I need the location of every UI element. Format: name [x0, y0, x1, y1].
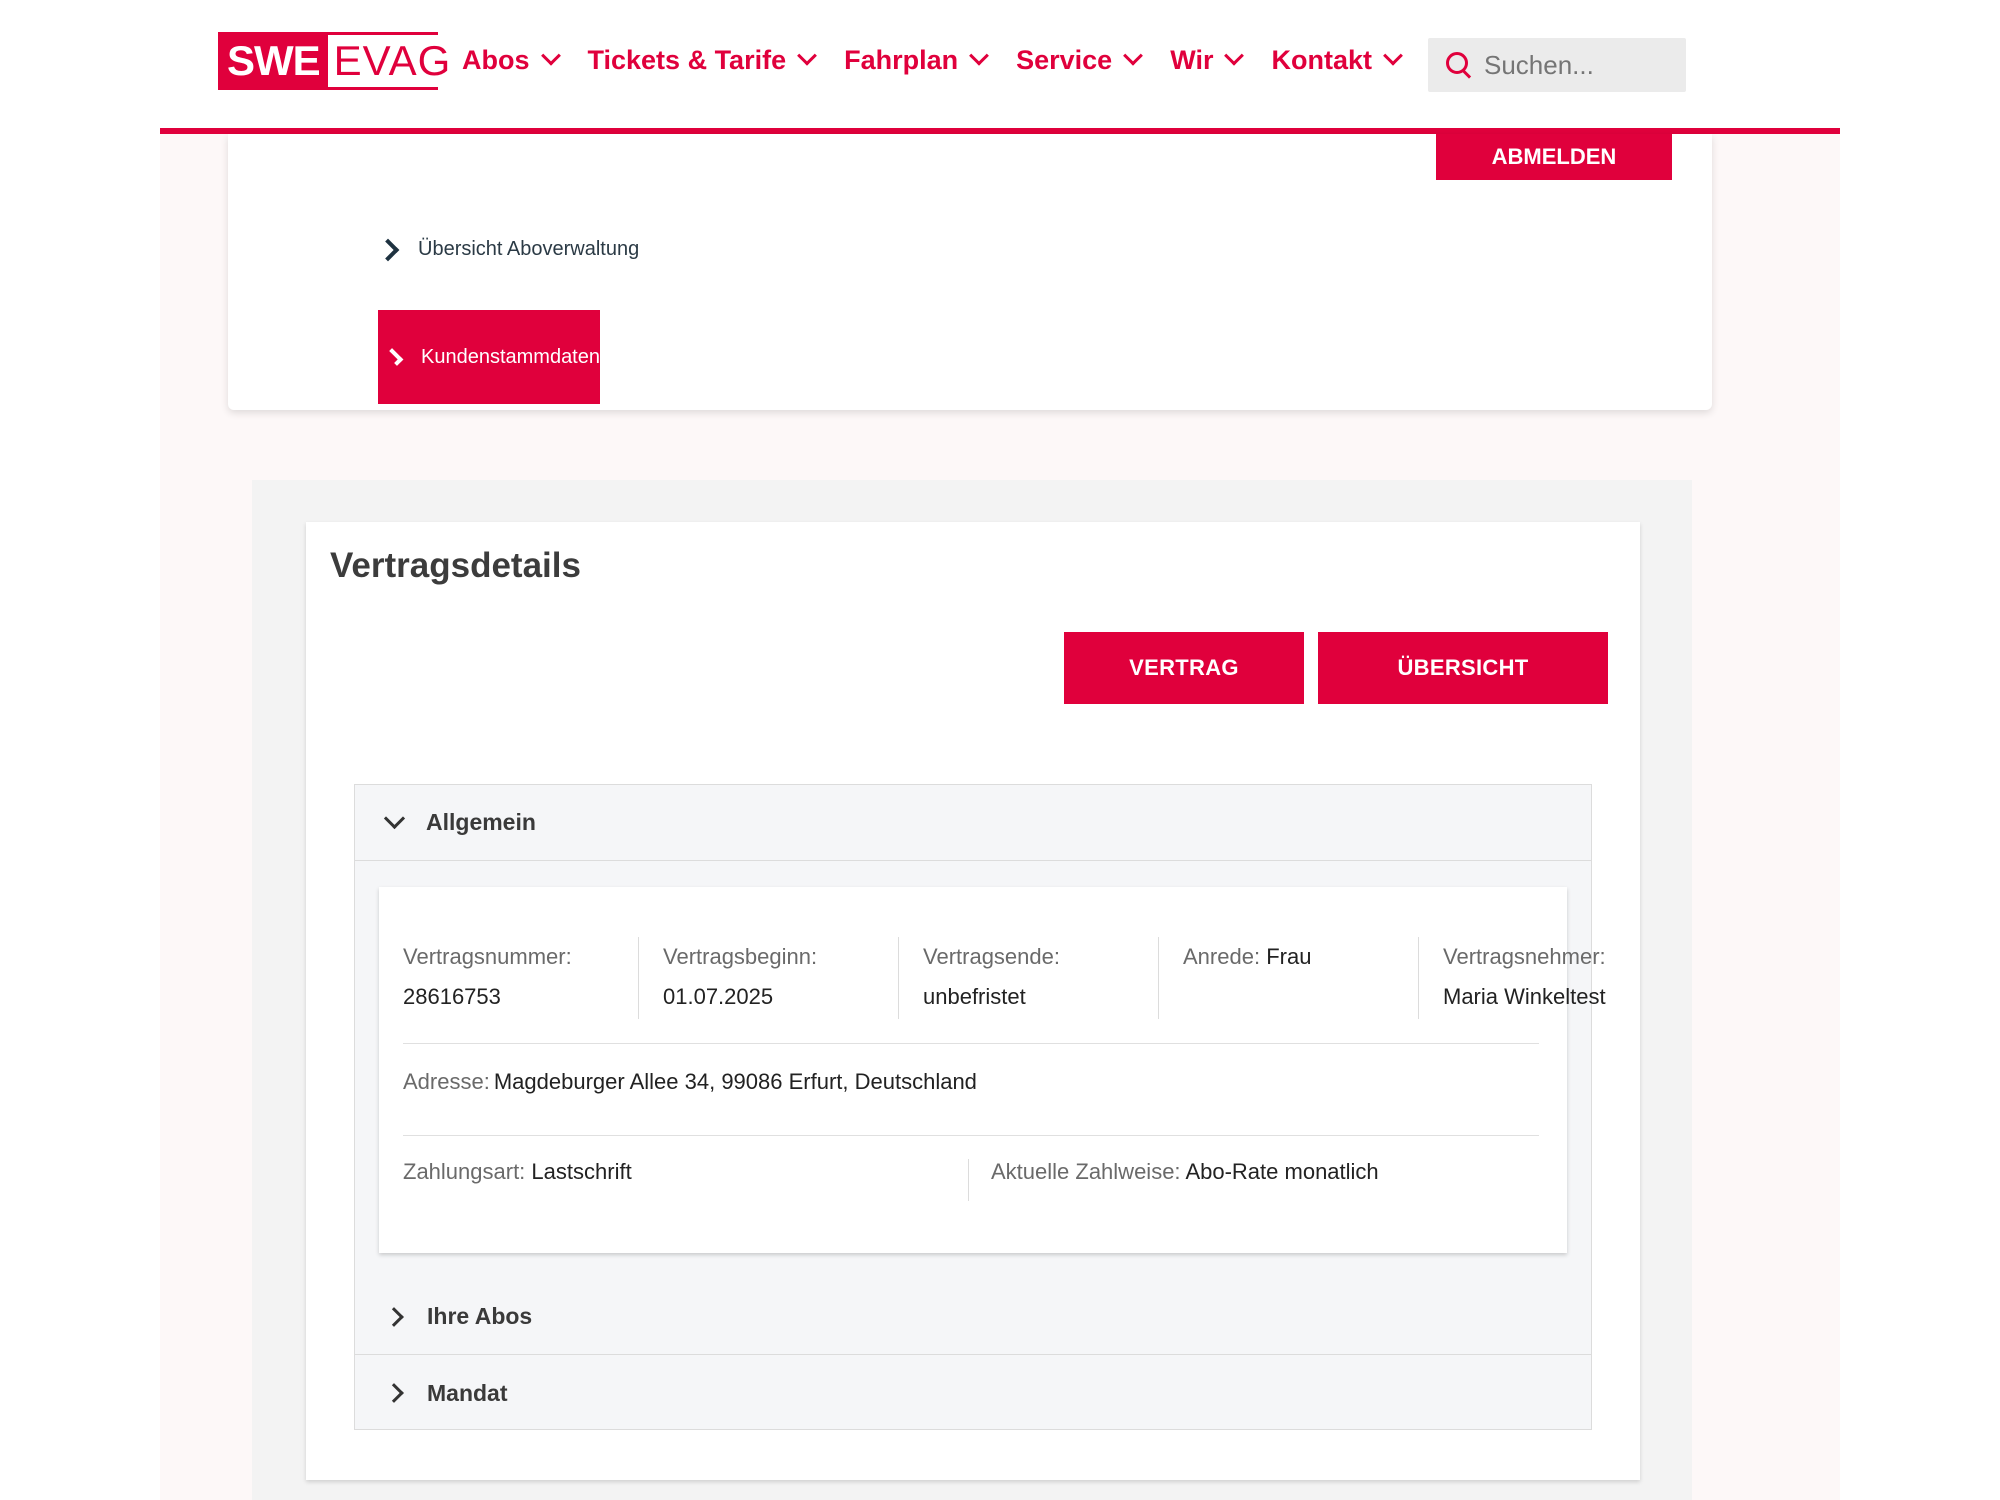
contract-fields-row: Vertragsnummer: 28616753 Vertragsbeginn:… [403, 937, 1703, 1019]
logout-button[interactable]: ABMELDEN [1436, 134, 1672, 180]
field-label: Anrede: [1183, 944, 1261, 969]
payment-row: Zahlungsart: Lastschrift Aktuelle Zahlwe… [403, 1159, 1543, 1201]
chevron-down-icon [969, 45, 990, 66]
logo-swe-text: SWE [221, 35, 328, 87]
general-details-panel: Vertragsnummer: 28616753 Vertragsbeginn:… [379, 887, 1606, 1253]
nav-label: Fahrplan [844, 44, 959, 75]
payment-label: Zahlungsart: [403, 1159, 526, 1184]
accordion-label: Mandat [427, 1379, 508, 1406]
field-value: 28616753 [403, 984, 501, 1009]
nav-label: Kontakt [1271, 44, 1372, 75]
chevron-right-icon [384, 1306, 404, 1327]
payment-mode: Aktuelle Zahlweise: Abo-Rate monatlich [969, 1159, 1379, 1201]
field-value: 01.07.2025 [663, 984, 774, 1009]
search-icon[interactable] [1444, 50, 1474, 80]
logo-evag-text: EVAG [327, 35, 458, 87]
subnav-item-kundenstammdaten[interactable]: Kundenstammdaten [378, 310, 600, 404]
site-header: SWE EVAG Abos Tickets & Tarife Fahrplan … [160, 0, 1840, 134]
accordion-header-ihre-abos[interactable]: Ihre Abos [355, 1279, 1591, 1355]
field-contract-end: Vertragsende: unbefristet [923, 937, 1159, 1019]
field-label: Vertragsnehmer: [1443, 944, 1606, 969]
field-contract-holder: Vertragsnehmer: Maria Winkeltest [1443, 937, 1679, 1019]
nav-item-abos[interactable]: Abos [462, 40, 561, 80]
nav-item-fahrplan[interactable]: Fahrplan [844, 40, 990, 80]
nav-label: Tickets & Tarife [587, 44, 787, 75]
nav-label: Abos [462, 44, 530, 75]
field-label: Vertragsnummer: [403, 944, 572, 969]
payment-value: Lastschrift [531, 1159, 632, 1184]
accordion-label: Ihre Abos [427, 1303, 533, 1329]
accordion-header-allgemein[interactable]: Allgemein [355, 785, 1591, 861]
chevron-down-icon [1123, 45, 1144, 66]
chevron-right-icon [385, 348, 404, 366]
chevron-down-icon [1224, 45, 1245, 66]
chevron-down-icon [383, 807, 406, 830]
accordion-label: Allgemein [426, 809, 536, 835]
payment-mode-label: Aktuelle Zahlweise: [991, 1159, 1181, 1184]
chevron-down-icon [1383, 45, 1403, 66]
subnav-label: Übersicht Aboverwaltung [418, 238, 640, 260]
field-value: Frau [1266, 944, 1312, 969]
search-box [1428, 38, 1686, 92]
swe-evag-logo[interactable]: SWE EVAG [218, 32, 458, 90]
address-row: Adresse: Magdeburger Allee 34, 99086 Erf… [403, 1069, 977, 1095]
search-input[interactable] [1484, 49, 1674, 81]
payment-method: Zahlungsart: Lastschrift [403, 1159, 969, 1201]
field-contract-start: Vertragsbeginn: 01.07.2025 [663, 937, 899, 1019]
main-nav: Abos Tickets & Tarife Fahrplan Service W… [462, 40, 1430, 80]
chevron-right-icon [376, 238, 400, 261]
cancel-contract-button[interactable]: VERTRAG ABBESTELLEN [1064, 632, 1304, 752]
nav-item-service[interactable]: Service [1016, 40, 1144, 80]
field-value: Maria Winkeltest [1443, 984, 1606, 1009]
address-label: Adresse: [403, 1069, 490, 1094]
field-contract-number: Vertragsnummer: 28616753 [403, 937, 639, 1019]
subnav-label: Kundenstammdaten [420, 345, 600, 368]
accordion-header-mandat[interactable]: Mandat [355, 1355, 1591, 1431]
nav-item-kontakt[interactable]: Kontakt [1271, 40, 1403, 80]
address-value: Magdeburger Allee 34, 99086 Erfurt, Deut… [493, 1069, 977, 1094]
chevron-down-icon [797, 45, 817, 66]
subnav-item-aboverwaltung[interactable]: Übersicht Aboverwaltung [376, 238, 640, 261]
field-label: Vertragsende: [923, 944, 1060, 969]
chevron-right-icon [384, 1383, 404, 1403]
nav-label: Service [1016, 44, 1113, 75]
contract-accordion: Allgemein Vertragsnummer: 28616753 Vertr… [354, 784, 1606, 1431]
nav-label: Wir [1170, 44, 1214, 75]
field-inline: Anrede: Frau [1183, 937, 1398, 977]
field-value: unbefristet [923, 984, 1026, 1009]
download-overview-button[interactable]: ÜBERSICHT HERUNTERLADEN [1318, 632, 1608, 752]
field-label: Vertragsbeginn: [663, 944, 818, 969]
chevron-down-icon [540, 45, 561, 66]
divider [403, 1043, 1539, 1044]
nav-item-wir[interactable]: Wir [1170, 40, 1245, 80]
contract-title: Vertragsdetails [330, 546, 581, 585]
payment-mode-value: Abo-Rate monatlich [1185, 1159, 1379, 1184]
nav-item-tickets-tarife[interactable]: Tickets & Tarife [587, 40, 817, 80]
field-salutation: Anrede: Frau [1183, 937, 1419, 1019]
divider [403, 1135, 1539, 1136]
